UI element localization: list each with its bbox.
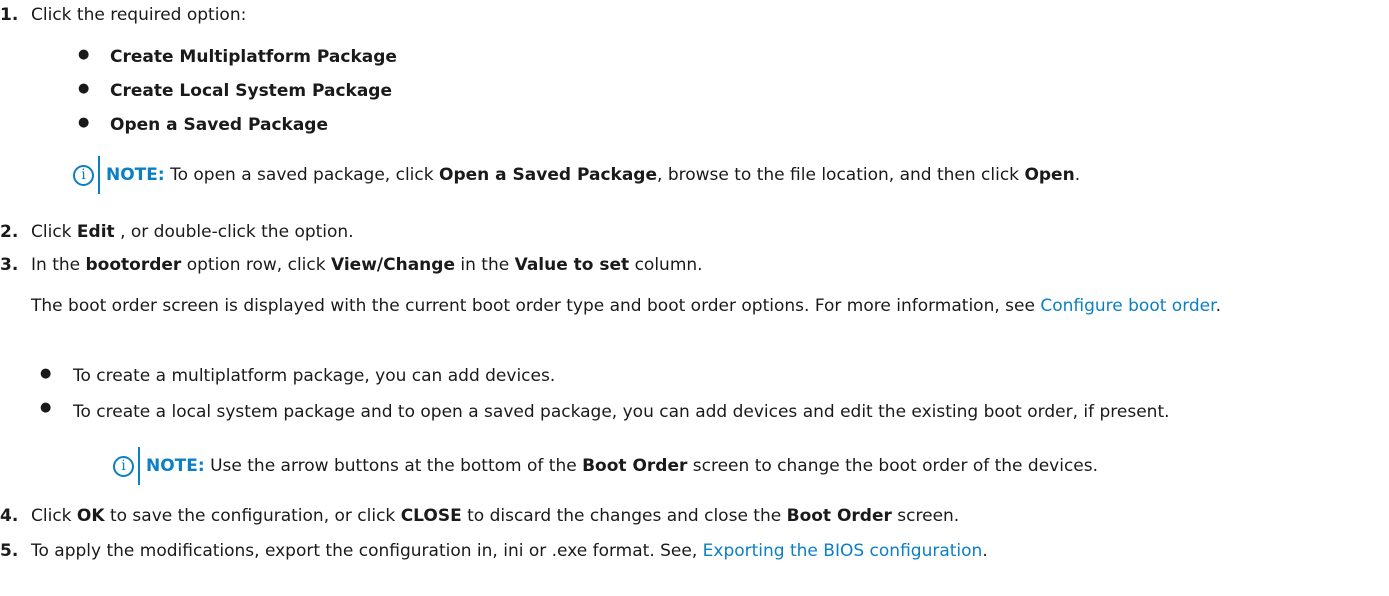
configure-boot-order-link[interactable]: Configure boot order — [1040, 296, 1215, 316]
info-icon: i — [73, 164, 94, 186]
step-number: 3. — [0, 255, 19, 275]
step-number: 2. — [0, 222, 19, 242]
step-number: 4. — [0, 506, 19, 526]
option-label: Create Local System Package — [110, 81, 393, 101]
note-text: NOTE: To open a saved package, click Ope… — [106, 165, 1081, 185]
bullet-icon: ● — [40, 400, 52, 415]
option-label: Open a Saved Package — [110, 115, 329, 135]
bullet-icon: ● — [40, 366, 52, 381]
step-text: In the bootorder option row, click View/… — [31, 255, 703, 275]
bullet-icon: ● — [78, 81, 90, 96]
step-text: Click OK to save the configuration, or c… — [31, 506, 960, 526]
note-text: NOTE: Use the arrow buttons at the botto… — [146, 456, 1099, 476]
bullet-icon: ● — [78, 47, 90, 62]
step-number: 5. — [0, 541, 19, 561]
bullet-icon: ● — [78, 115, 90, 130]
info-icon: i — [113, 455, 134, 477]
step3-description: The boot order screen is displayed with … — [31, 296, 1221, 316]
step-text: Click the required option: — [31, 5, 247, 25]
step-number: 1. — [0, 5, 19, 25]
option-label: Create Multiplatform Package — [110, 47, 397, 67]
exporting-bios-configuration-link[interactable]: Exporting the BIOS configuration — [703, 541, 983, 561]
note-divider — [98, 156, 100, 194]
list-text: To create a local system package and to … — [73, 402, 1170, 422]
step-text: Click Edit , or double-click the option. — [31, 222, 354, 242]
note-divider — [138, 447, 140, 485]
step-text: To apply the modifications, export the c… — [31, 541, 988, 561]
note-open-saved: i NOTE: To open a saved package, click O… — [73, 156, 1080, 194]
list-text: To create a multiplatform package, you c… — [73, 366, 556, 386]
note-arrow-buttons: i NOTE: Use the arrow buttons at the bot… — [113, 447, 1098, 485]
